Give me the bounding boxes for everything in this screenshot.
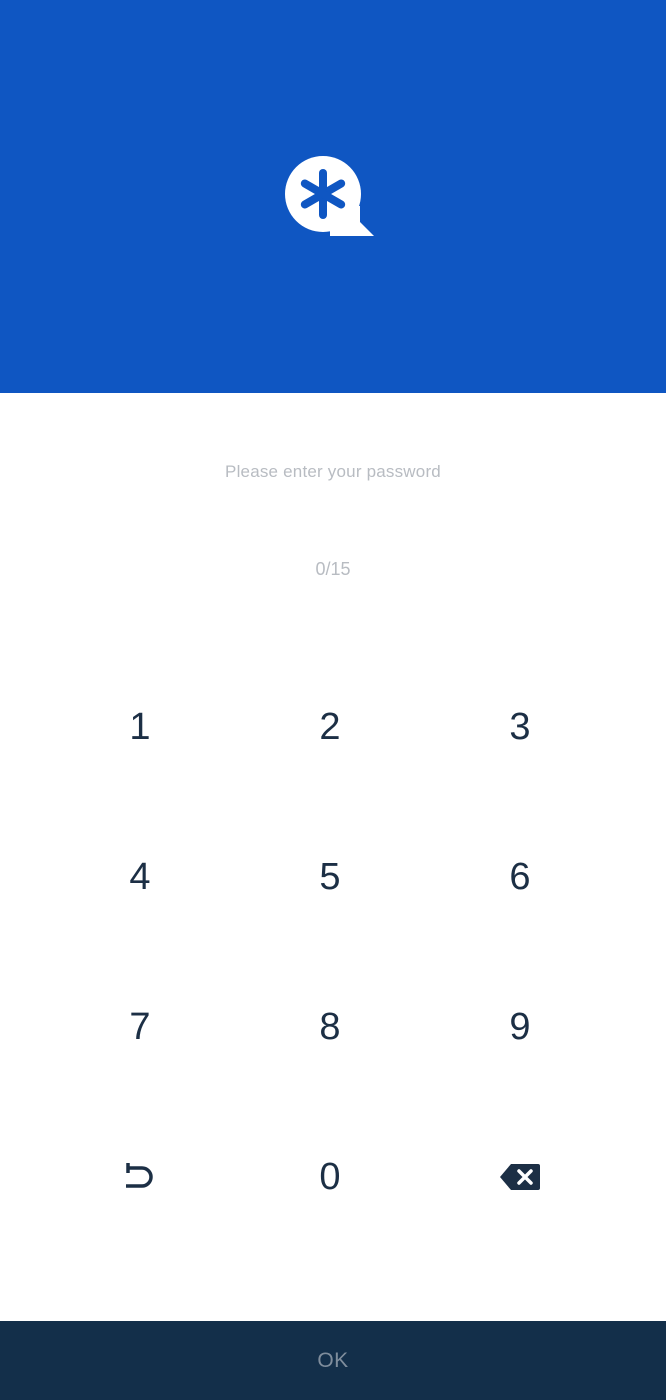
key-6[interactable]: 6 [425, 802, 615, 952]
undo-key[interactable] [45, 1102, 235, 1252]
backspace-key[interactable] [425, 1102, 615, 1252]
undo-return-icon [126, 1163, 153, 1188]
password-prompt: Please enter your password [225, 462, 441, 481]
key-8[interactable]: 8 [235, 952, 425, 1102]
key-7[interactable]: 7 [45, 952, 235, 1102]
password-screen: Please enter your password 0/15 1 2 3 4 … [0, 0, 666, 1400]
backspace-icon [500, 1164, 540, 1190]
key-0[interactable]: 0 [235, 1102, 425, 1252]
key-4[interactable]: 4 [45, 802, 235, 952]
key-9[interactable]: 9 [425, 952, 615, 1102]
app-logo-icon [285, 156, 374, 236]
key-5[interactable]: 5 [235, 802, 425, 952]
ok-button-label: OK [317, 1348, 349, 1372]
key-3[interactable]: 3 [425, 652, 615, 802]
header-banner [0, 0, 666, 393]
key-1[interactable]: 1 [45, 652, 235, 802]
password-length-counter: 0/15 [315, 559, 351, 579]
key-2[interactable]: 2 [235, 652, 425, 802]
numeric-keypad: 1 2 3 4 5 6 7 8 9 0 [45, 652, 615, 1252]
ok-button[interactable]: OK [0, 1321, 666, 1400]
